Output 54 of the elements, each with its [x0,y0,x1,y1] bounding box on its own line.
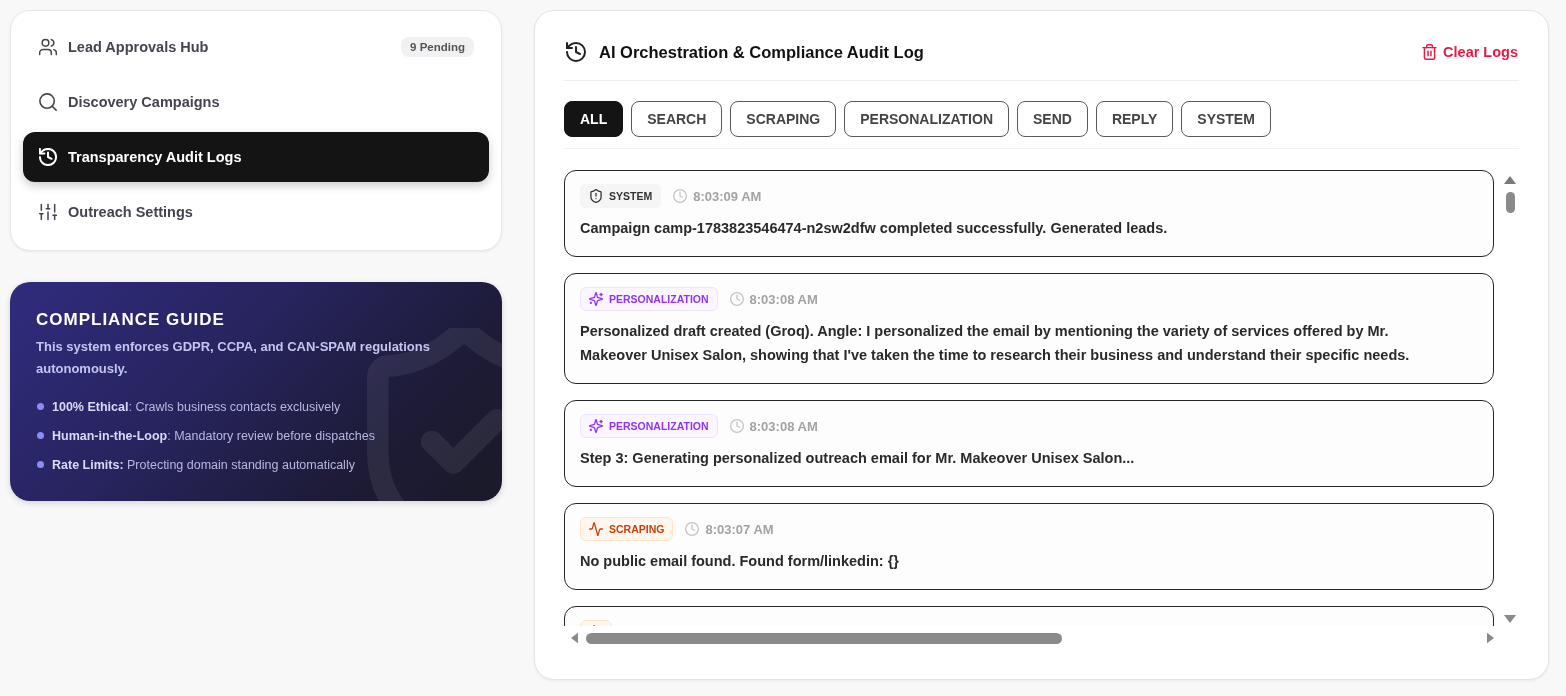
clock-icon [685,522,700,536]
category-label: SYSTEM [609,190,653,202]
pending-count: 9 Pending [401,37,474,57]
filter-tab[interactable]: SCRAPING [730,101,837,137]
category-label: PERSONALIZATION [609,420,709,432]
history-icon [566,42,586,62]
history-icon [39,148,57,166]
users-icon [39,38,57,56]
guide-point-text: Rate Limits: Protecting domain standing automatically [52,457,355,472]
clock-icon [729,419,744,433]
filter-tab[interactable]: SYSTEM [1181,101,1271,137]
panel-title: AI Orchestration & Compliance Audit Log [599,42,924,62]
trash-icon [1422,44,1438,60]
log-message: No public email found. Found form/linkedin: {} [580,552,900,571]
sidebar-item[interactable]: Outreach Settings [23,187,489,237]
sidebar-item[interactable]: Discovery Campaigns [23,77,489,127]
clock-icon [729,292,744,306]
log-time: 8:03:09 AM [693,188,762,204]
category-label: SCRAPING [609,523,665,535]
sparkles-icon [589,419,603,433]
filter-tab[interactable]: PERSONALIZATION [844,101,1009,137]
clear-logs-button[interactable]: Clear Logs [1422,44,1518,60]
sidebar-item[interactable]: Transparency Audit Logs [23,132,489,182]
log-message: Personalized draft created (Groq). Angle: I personalized the email by mentioning the variety of services offered by Mr. Makeover Unisex Salon, showing that I've taken the time to research their business and understand their specific needs. [580,322,1411,365]
guide-title: COMPLIANCE GUIDE [36,309,226,331]
horizontal-scrollbar-thumb[interactable] [586,632,1062,644]
filter-tab[interactable]: SEND [1017,101,1088,137]
bullet-dot-icon [37,403,44,410]
vertical-scrollbar-thumb[interactable] [1505,192,1515,213]
log-message: Campaign camp-1783823546474-n2sw2dfw completed successfully. Generated leads. [580,219,1169,238]
log-time: 8:03:08 AM [749,418,818,434]
category-label: PERSONALIZATION [609,293,709,305]
scroll-left-arrow-icon[interactable] [571,632,578,644]
log-time: 8:03:08 AM [749,291,818,307]
guide-description: This system enforces GDPR, CCPA, and CAN-SPAM regulations autonomously. [36,338,431,378]
log-time: 8:03:07 AM [705,521,774,537]
filter-tab[interactable]: REPLY [1095,101,1174,137]
scroll-up-arrow-icon[interactable] [1504,176,1516,184]
clock-icon [673,189,688,203]
shield-alert-icon [589,189,603,203]
search-icon [39,93,57,111]
sidebar-item[interactable]: Lead Approvals Hub 9 Pending [23,22,489,72]
scroll-right-arrow-icon[interactable] [1487,632,1494,644]
sparkles-icon [589,292,603,306]
bullet-dot-icon [37,461,44,468]
filter-tab[interactable]: ALL [564,101,624,137]
bullet-dot-icon [37,432,44,439]
log-message: Step 3: Generating personalized outreach email for Mr. Makeover Unisex Salon... [580,449,1136,468]
guide-point-text: 100% Ethical: Crawls business contacts exclusively [52,399,341,414]
filter-tab[interactable]: SEARCH [631,101,723,137]
pulse-icon [589,522,603,536]
guide-point-text: Human-in-the-Loop: Mandatory review before dispatches [52,428,375,443]
sliders-icon [39,203,57,221]
scroll-down-arrow-icon[interactable] [1504,615,1516,623]
